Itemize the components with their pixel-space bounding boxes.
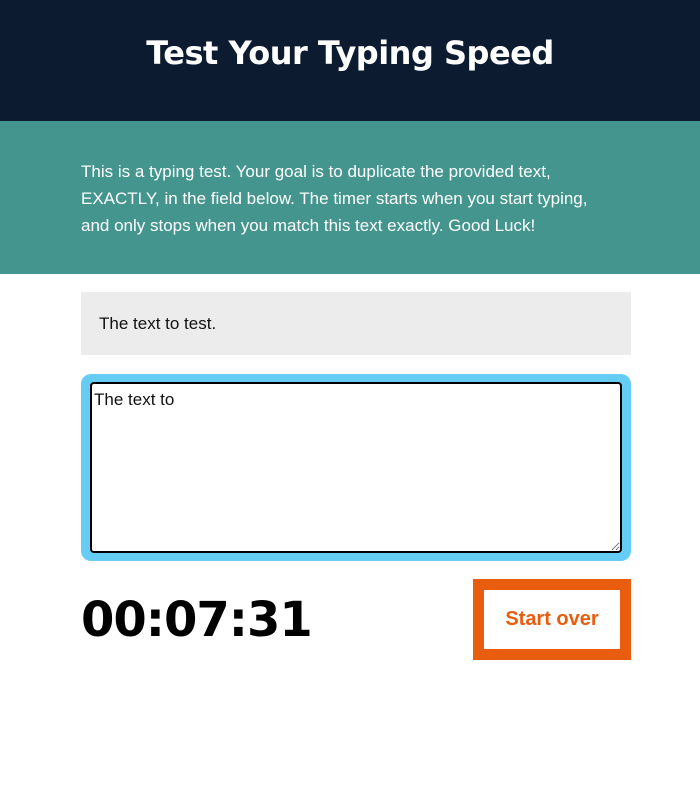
origin-text-box: The text to test. <box>81 292 631 355</box>
page-title: Test Your Typing Speed <box>146 33 554 72</box>
typing-input[interactable] <box>90 382 622 553</box>
origin-text: The text to test. <box>99 314 217 333</box>
start-over-button[interactable]: Start over <box>473 579 631 660</box>
intro-section: This is a typing test. Your goal is to d… <box>0 121 700 274</box>
test-main: The text to test. 00:07:31 Start over <box>0 274 700 797</box>
masthead: Test Your Typing Speed <box>0 0 700 121</box>
timer-display: 00:07:31 <box>81 592 313 648</box>
intro-text: This is a typing test. Your goal is to d… <box>81 162 588 235</box>
test-area-wrapper <box>81 374 631 561</box>
